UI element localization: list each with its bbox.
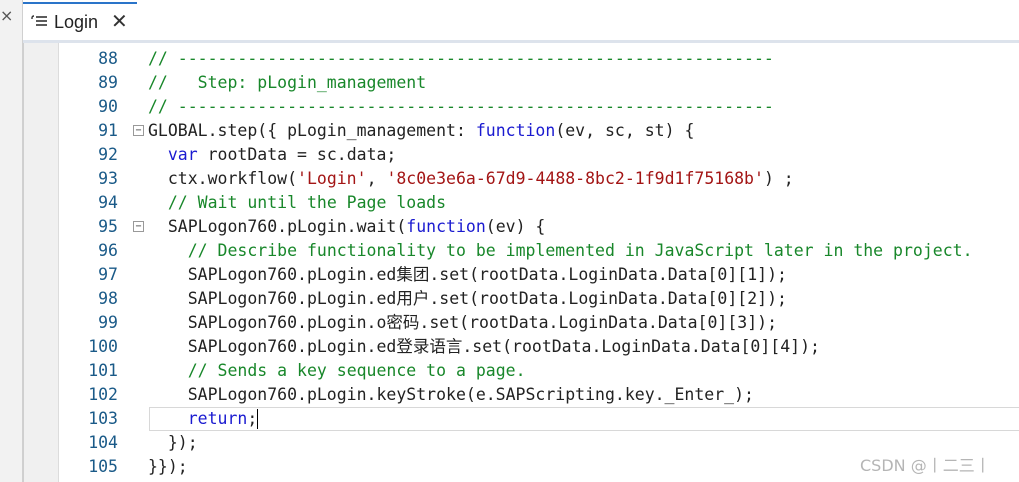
code-text: var rootData = sc.data; [148, 143, 397, 167]
code-text: SAPLogon760.pLogin.keyStroke(e.SAPScript… [148, 383, 754, 407]
line-number: 93 [98, 169, 118, 188]
line-number: 103 [88, 409, 118, 428]
code-line[interactable]: 96 // Describe functionality to be imple… [24, 239, 1019, 263]
text-caret [257, 409, 258, 429]
code-text: // Wait until the Page loads [148, 191, 446, 215]
code-text: ctx.workflow('Login', '8c0e3e6a-67d9-448… [148, 167, 794, 191]
code-line[interactable]: 92 var rootData = sc.data; [24, 143, 1019, 167]
code-token: , [366, 169, 387, 188]
line-number: 89 [98, 73, 118, 92]
code-token: ) ; [763, 169, 794, 188]
code-line[interactable]: 99 SAPLogon760.pLogin.o密码.set(rootData.L… [24, 311, 1019, 335]
code-text: }}); [148, 455, 188, 479]
code-token: SAPLogon760.pLogin.keyStroke(e.SAPScript… [148, 385, 754, 404]
line-number: 92 [98, 145, 118, 164]
line-number: 88 [98, 49, 118, 68]
code-text: // -------------------------------------… [148, 47, 774, 71]
code-token: SAPLogon760.pLogin.ed登录语言.set(rootData.L… [148, 337, 820, 356]
tab-login[interactable]: Login ✕ [23, 2, 137, 40]
code-token: GLOBAL.step({ pLogin_management: [148, 121, 476, 140]
code-line[interactable]: 95 − SAPLogon760.pLogin.wait(function(ev)… [24, 215, 1019, 239]
close-tab-icon[interactable]: ✕ [111, 10, 128, 32]
code-line[interactable]: 103 return; [24, 407, 1019, 431]
code-line[interactable]: 102 SAPLogon760.pLogin.keyStroke(e.SAPSc… [24, 383, 1019, 407]
line-number: 102 [88, 385, 118, 404]
code-line[interactable]: 93 ctx.workflow('Login', '8c0e3e6a-67d9-… [24, 167, 1019, 191]
code-token: // Step: pLogin_management [148, 73, 427, 92]
code-token: }); [148, 433, 198, 452]
code-token: // Sends a key sequence to a page. [187, 361, 526, 380]
line-number: 96 [98, 241, 118, 260]
code-editor[interactable]: 88 // -----------------------------------… [23, 43, 1019, 482]
line-number: 101 [88, 361, 118, 380]
line-number: 104 [88, 433, 118, 452]
code-token: SAPLogon760.pLogin.o密码.set(rootData.Logi… [148, 313, 778, 332]
code-text: SAPLogon760.pLogin.ed用户.set(rootData.Log… [148, 287, 787, 311]
code-token: ctx.workflow( [148, 169, 298, 188]
line-number: 100 [88, 337, 118, 356]
line-number: 90 [98, 97, 118, 116]
code-line[interactable]: 100 SAPLogon760.pLogin.ed登录语言.set(rootDa… [24, 335, 1019, 359]
line-number: 97 [98, 265, 118, 284]
fold-toggle-icon[interactable]: − [133, 221, 144, 232]
line-number: 94 [98, 193, 118, 212]
code-token: // Wait until the Page loads [167, 193, 447, 212]
workflow-list-icon [31, 15, 47, 26]
line-number: 91 [98, 121, 118, 140]
code-text: SAPLogon760.pLogin.o密码.set(rootData.Logi… [148, 311, 777, 335]
line-number: 105 [88, 457, 118, 476]
code-text: }); [148, 431, 198, 455]
code-text: // Sends a key sequence to a page. [148, 359, 526, 383]
code-token: SAPLogon760.pLogin.wait( [148, 217, 407, 236]
code-token: SAPLogon760.pLogin.ed集团.set(rootData.Log… [148, 265, 787, 284]
code-token: // -------------------------------------… [148, 97, 774, 116]
editor-tab-strip: Login ✕ [23, 0, 1019, 43]
line-number: 99 [98, 313, 118, 332]
code-line[interactable]: 98 SAPLogon760.pLogin.ed用户.set(rootData.… [24, 287, 1019, 311]
code-line[interactable]: 101 // Sends a key sequence to a page. [24, 359, 1019, 383]
line-number: 95 [98, 217, 118, 236]
code-token: SAPLogon760.pLogin.ed用户.set(rootData.Log… [148, 289, 787, 308]
code-token: function [406, 217, 486, 236]
left-panel-strip: × [0, 0, 23, 482]
code-token: var [167, 145, 198, 164]
code-token: (ev, sc, st) { [555, 121, 695, 140]
line-number: 98 [98, 289, 118, 308]
code-line[interactable]: 97 SAPLogon760.pLogin.ed集团.set(rootData.… [24, 263, 1019, 287]
code-token: rootData = sc.data; [197, 145, 397, 164]
watermark: CSDN @丨二三丨 [860, 456, 991, 475]
code-text: SAPLogon760.pLogin.ed登录语言.set(rootData.L… [148, 335, 820, 359]
code-token: // Describe functionality to be implemen… [187, 241, 973, 260]
code-token: (ev) { [485, 217, 546, 236]
code-line[interactable]: 91 − GLOBAL.step({ pLogin_management: func… [24, 119, 1019, 143]
fold-toggle-icon[interactable]: − [133, 125, 144, 136]
current-line-highlight [149, 407, 1019, 431]
code-line[interactable]: 94 // Wait until the Page loads [24, 191, 1019, 215]
tab-login-label: Login [54, 12, 99, 32]
code-token: }}); [148, 457, 188, 476]
code-token: '8c0e3e6a-67d9-4488-8bc2-1f9d1f75168b' [386, 169, 764, 188]
code-text: // Step: pLogin_management [148, 71, 426, 95]
code-text: // -------------------------------------… [148, 95, 774, 119]
code-token: 'Login' [297, 169, 367, 188]
code-text: GLOBAL.step({ pLogin_management: functio… [148, 119, 694, 143]
code-line[interactable]: 88 // -----------------------------------… [24, 47, 1019, 71]
code-token: // -------------------------------------… [148, 49, 774, 68]
code-token: function [475, 121, 556, 140]
code-text: SAPLogon760.pLogin.wait(function(ev) { [148, 215, 546, 239]
code-text: SAPLogon760.pLogin.ed集团.set(rootData.Log… [148, 263, 787, 287]
close-panel-icon[interactable]: × [0, 6, 13, 26]
code-line[interactable]: 89 // Step: pLogin_management [24, 71, 1019, 95]
code-text: // Describe functionality to be implemen… [148, 239, 973, 263]
code-line[interactable]: 90 // -----------------------------------… [24, 95, 1019, 119]
